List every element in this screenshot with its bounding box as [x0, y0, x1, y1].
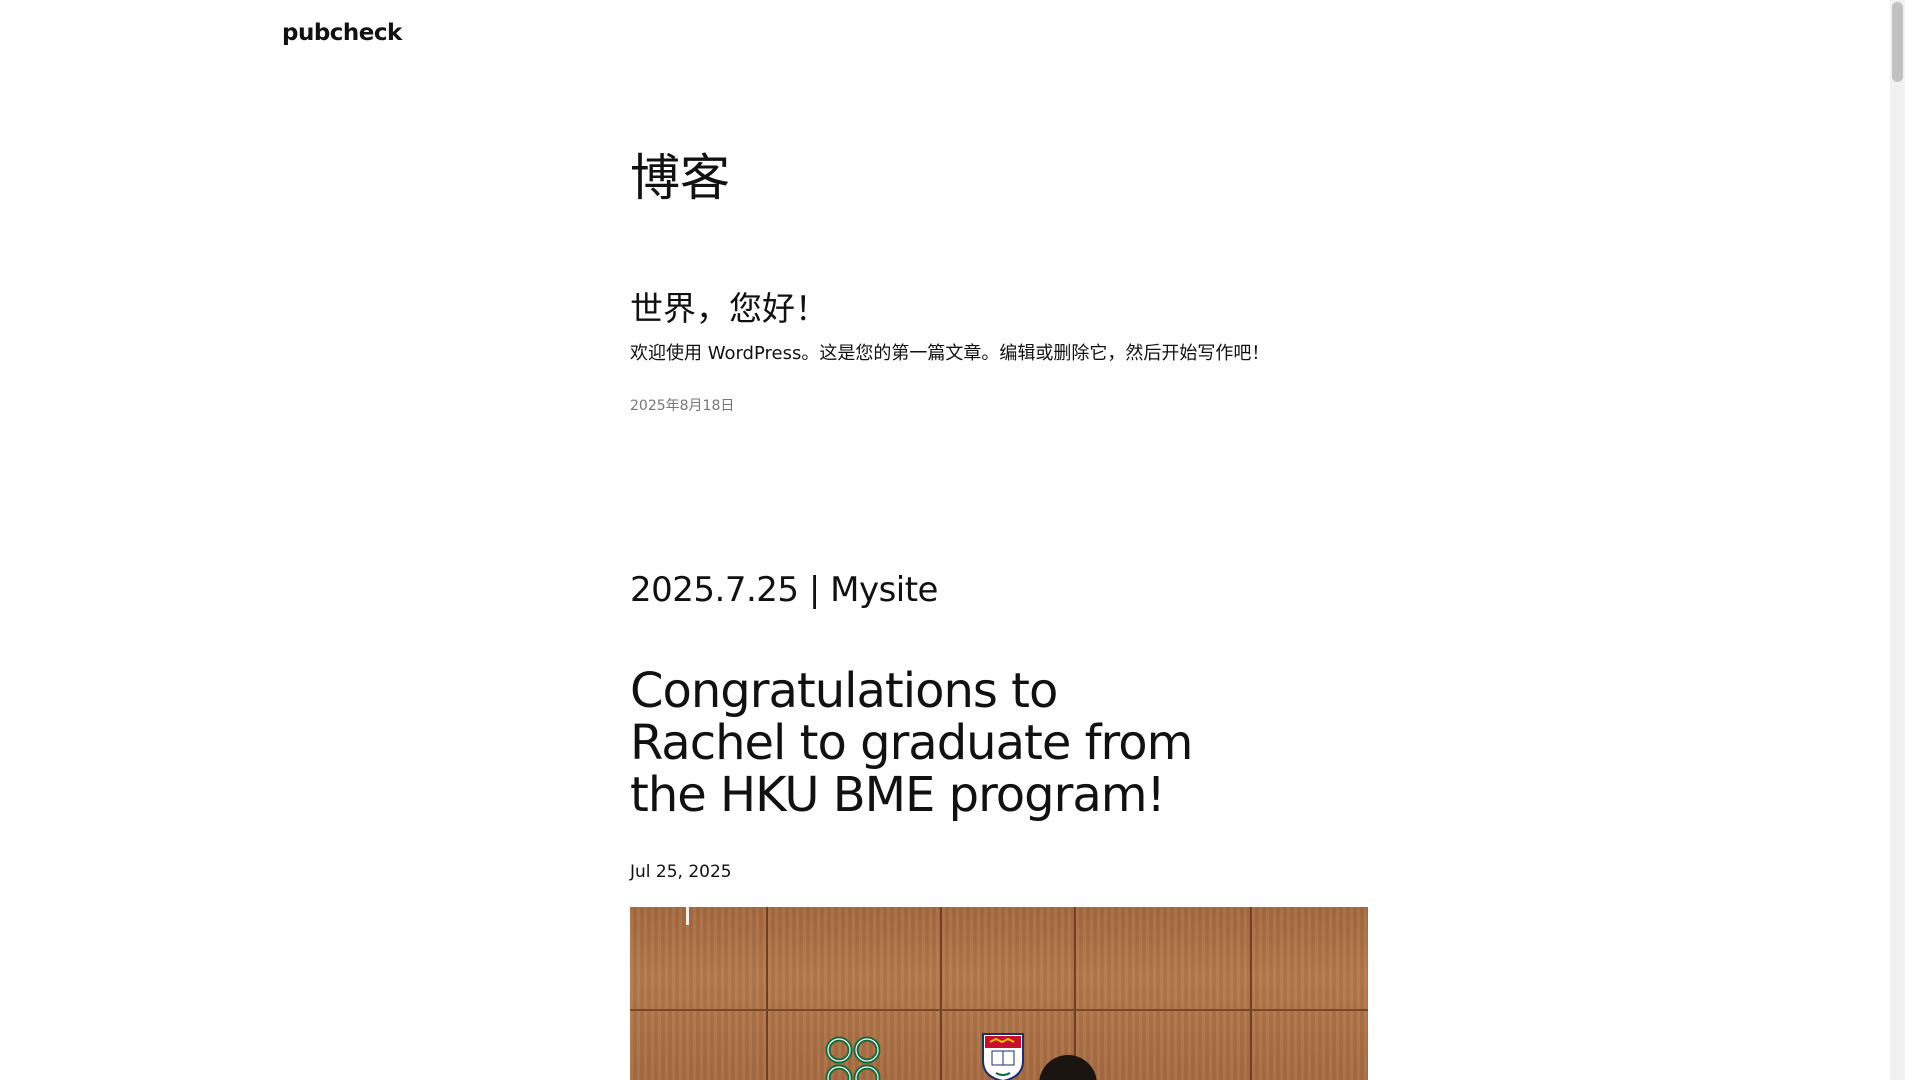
vertical-scrollbar[interactable]	[1890, 0, 1905, 1080]
scrollbar-thumb[interactable]	[1892, 2, 1903, 82]
post-heading: Congratulations to Rachel to graduate fr…	[630, 663, 1193, 823]
page-title: 博客	[630, 149, 730, 207]
university-crest-icon	[982, 1033, 1024, 1080]
site-title-link[interactable]: pubcheck	[282, 20, 402, 46]
endless-knot-logo-icon	[825, 1036, 881, 1080]
wood-panel	[1076, 907, 1252, 1080]
page: pubcheck 博客 世界，您好！ 欢迎使用 WordPress。这是您的第一…	[0, 0, 1905, 1080]
wood-panel	[1252, 907, 1368, 1080]
wood-seam	[630, 1009, 1368, 1011]
post-date[interactable]: 2025年8月18日	[630, 395, 734, 415]
post-title-link[interactable]: 2025.7.25 | Mysite	[630, 570, 938, 610]
post-date: Jul 25, 2025	[630, 862, 732, 882]
post-excerpt: 欢迎使用 WordPress。这是您的第一篇文章。编辑或删除它，然后开始写作吧！	[630, 343, 1270, 364]
wall-pin	[686, 907, 689, 925]
post-title-link[interactable]: 世界，您好！	[630, 282, 828, 330]
featured-image[interactable]	[630, 907, 1368, 1080]
wood-panel	[630, 907, 768, 1080]
